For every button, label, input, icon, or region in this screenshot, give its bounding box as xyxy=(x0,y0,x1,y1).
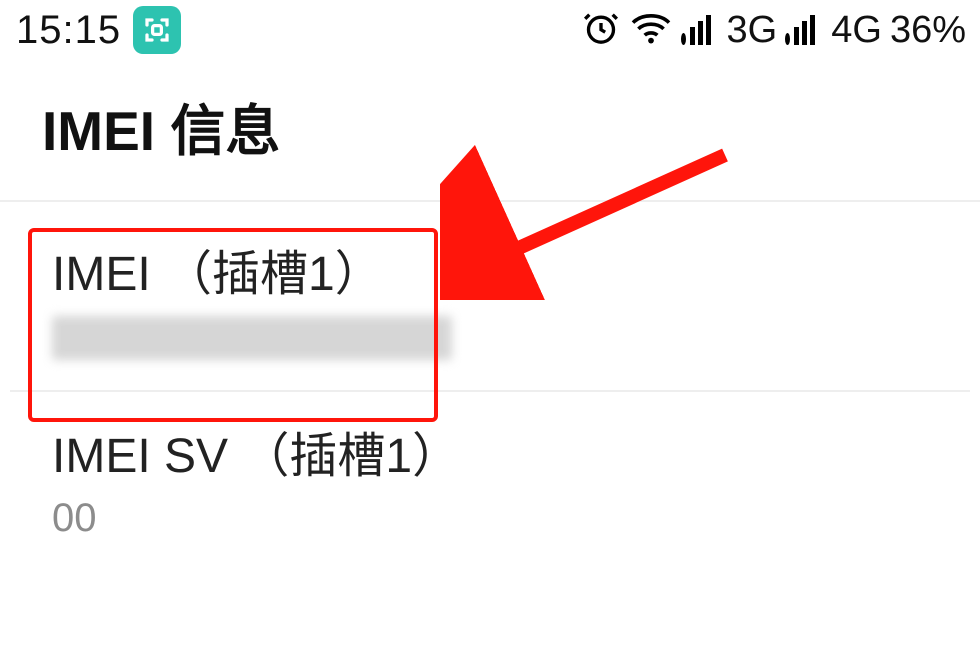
status-bar-time: 15:15 xyxy=(16,8,121,53)
network-4g-label: 4G xyxy=(831,9,882,52)
signal-3g-icon xyxy=(681,13,719,47)
list-item-imeisv-slot1[interactable]: IMEI SV （插槽1） 00 xyxy=(10,392,970,565)
imei-slot1-label: IMEI （插槽1） xyxy=(52,234,928,304)
status-bar-right: 3G 4G 36% xyxy=(581,8,966,53)
status-bar-left: 15:15 xyxy=(16,6,181,54)
imeisv-slot1-value: 00 xyxy=(52,496,928,541)
alarm-icon xyxy=(581,8,621,53)
imei-slot1-value-redacted xyxy=(52,316,452,360)
header: IMEI 信息 xyxy=(0,62,980,202)
imeisv-slot1-label: IMEI SV （插槽1） xyxy=(52,416,928,486)
list-item-imei-slot1[interactable]: IMEI （插槽1） xyxy=(10,202,970,392)
signal-4g-icon xyxy=(785,13,823,47)
battery-percentage: 36% xyxy=(890,9,966,52)
wifi-icon xyxy=(629,10,673,51)
network-3g-label: 3G xyxy=(727,9,778,52)
page-title: IMEI 信息 xyxy=(0,62,980,200)
status-bar: 15:15 3G xyxy=(0,0,980,62)
scan-icon xyxy=(133,6,181,54)
